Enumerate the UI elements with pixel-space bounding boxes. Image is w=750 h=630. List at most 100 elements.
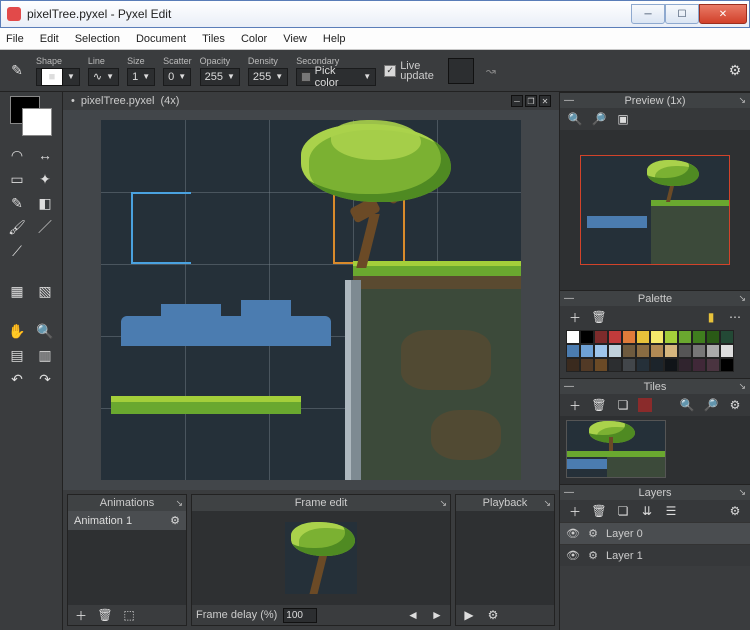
palette-swatch[interactable] — [664, 344, 678, 358]
palette-swatch[interactable] — [720, 358, 734, 372]
palette-swatch[interactable] — [622, 344, 636, 358]
palette-swatch[interactable] — [692, 358, 706, 372]
menu-file[interactable]: File — [6, 33, 24, 45]
palette-swatch[interactable] — [594, 358, 608, 372]
playback-settings-icon[interactable]: ⚙ — [484, 606, 502, 624]
play-icon[interactable]: ▶ — [460, 606, 478, 624]
zoom-out-icon[interactable]: 🔎 — [590, 110, 608, 128]
menu-tiles[interactable]: Tiles — [202, 33, 225, 45]
merge-down-icon[interactable]: ⇊ — [638, 502, 656, 520]
layer-row[interactable]: 👁 ⚙ Layer 1 — [560, 544, 750, 566]
wand-tool-icon[interactable]: ✦ — [34, 168, 56, 190]
palette-swatch[interactable] — [580, 344, 594, 358]
palette-swatch[interactable] — [622, 330, 636, 344]
palette-swatch[interactable] — [580, 330, 594, 344]
brush-icon[interactable]: 🖌 — [6, 216, 28, 238]
zoom-tool-icon[interactable]: 🔍 — [34, 320, 56, 342]
palette-swatch[interactable] — [608, 358, 622, 372]
frame-delay-input[interactable] — [283, 608, 317, 623]
palette-swatch[interactable] — [664, 358, 678, 372]
layers-settings-icon[interactable]: ⚙ — [726, 502, 744, 520]
doc-close-icon[interactable]: ✕ — [539, 95, 551, 107]
layer-row[interactable]: 👁 ⚙ Layer 0 — [560, 522, 750, 544]
palette-swatch[interactable] — [608, 330, 622, 344]
collapse-icon[interactable]: — — [564, 95, 574, 106]
palette-swatch[interactable] — [622, 358, 636, 372]
palette-swatch[interactable] — [650, 358, 664, 372]
move-tool-icon[interactable]: ↔ — [34, 144, 56, 166]
eyedropper-icon[interactable]: ⟋ — [6, 240, 28, 262]
preview-viewport[interactable] — [580, 155, 730, 265]
prev-frame-icon[interactable]: ◄ — [404, 606, 422, 624]
fit-icon[interactable]: ▣ — [614, 110, 632, 128]
palette-swatch[interactable] — [650, 330, 664, 344]
scatter-dropdown[interactable]: 0▼ — [163, 68, 191, 86]
palette-menu-icon[interactable]: ⋯ — [726, 308, 744, 326]
pin-icon[interactable]: ↘ — [543, 498, 551, 509]
palette-swatch[interactable] — [594, 344, 608, 358]
menu-help[interactable]: Help — [323, 33, 346, 45]
delete-color-icon[interactable]: 🗑 — [590, 308, 608, 326]
background-color[interactable] — [22, 108, 52, 136]
palette-swatch[interactable] — [678, 344, 692, 358]
palette-grid[interactable] — [560, 328, 750, 378]
tiles-settings-icon[interactable]: ⚙ — [726, 396, 744, 414]
doc-restore-icon[interactable]: ❐ — [525, 95, 537, 107]
add-layer-icon[interactable]: ＋ — [566, 502, 584, 520]
hand-tool-icon[interactable]: ✋ — [6, 320, 28, 342]
toolbar-settings-icon[interactable]: ⚙ — [726, 62, 744, 80]
curve-icon[interactable]: ↝ — [482, 62, 500, 80]
palette-swatch[interactable] — [706, 344, 720, 358]
pin-icon[interactable]: ↘ — [738, 487, 746, 498]
doc-minimize-icon[interactable]: ─ — [511, 95, 523, 107]
tiles-zoom-out-icon[interactable]: 🔎 — [702, 396, 720, 414]
collapse-icon[interactable]: — — [564, 293, 574, 304]
add-tile-icon[interactable]: ＋ — [566, 396, 584, 414]
palette-swatch[interactable] — [692, 330, 706, 344]
tile-select-icon[interactable]: ▧ — [34, 280, 56, 302]
collapse-icon[interactable]: — — [564, 381, 574, 392]
next-frame-icon[interactable]: ► — [428, 606, 446, 624]
cursor-icon[interactable]: ⬚ — [120, 606, 138, 624]
marquee-tool-icon[interactable]: ▭ — [6, 168, 28, 190]
duplicate-tile-icon[interactable]: ❏ — [614, 396, 632, 414]
document-tab[interactable]: • pixelTree.pyxel (4x) ─ ❐ ✕ — [63, 92, 559, 110]
palette-swatch[interactable] — [566, 330, 580, 344]
fill-icon[interactable]: ▤ — [6, 344, 28, 366]
menu-edit[interactable]: Edit — [40, 33, 59, 45]
add-animation-icon[interactable]: ＋ — [72, 606, 90, 624]
close-button[interactable]: ✕ — [699, 4, 747, 24]
gradient-icon[interactable]: ▥ — [34, 344, 56, 366]
layer-settings-icon[interactable]: ⚙ — [586, 527, 600, 540]
menu-selection[interactable]: Selection — [75, 33, 120, 45]
canvas-viewport[interactable] — [63, 110, 559, 490]
swatch-button[interactable] — [448, 58, 474, 84]
palette-swatch[interactable] — [692, 344, 706, 358]
maximize-button[interactable]: ☐ — [665, 4, 699, 24]
canvas[interactable] — [101, 120, 521, 480]
minimize-button[interactable]: ─ — [631, 4, 665, 24]
size-dropdown[interactable]: 1▼ — [127, 68, 155, 86]
pencil-tool-icon[interactable]: ✎ — [6, 60, 28, 82]
frame-thumbnail[interactable] — [285, 522, 357, 594]
palette-swatch[interactable] — [636, 344, 650, 358]
zoom-in-icon[interactable]: 🔍 — [566, 110, 584, 128]
palette-swatch[interactable] — [580, 358, 594, 372]
palette-swatch[interactable] — [720, 344, 734, 358]
palette-options-icon[interactable]: ▮ — [702, 308, 720, 326]
palette-swatch[interactable] — [650, 344, 664, 358]
palette-swatch[interactable] — [608, 344, 622, 358]
delete-layer-icon[interactable]: 🗑 — [590, 502, 608, 520]
pencil-icon[interactable]: ✎ — [6, 192, 28, 214]
palette-swatch[interactable] — [678, 330, 692, 344]
flatten-icon[interactable]: ☰ — [662, 502, 680, 520]
palette-swatch[interactable] — [594, 330, 608, 344]
density-dropdown[interactable]: 255▼ — [248, 68, 288, 86]
palette-swatch[interactable] — [706, 330, 720, 344]
menu-view[interactable]: View — [283, 33, 307, 45]
line-dropdown[interactable]: ∿▼ — [88, 68, 119, 86]
visibility-icon[interactable]: 👁 — [566, 549, 580, 562]
layer-settings-icon[interactable]: ⚙ — [586, 549, 600, 562]
pin-icon[interactable]: ↘ — [175, 498, 183, 509]
palette-swatch[interactable] — [636, 358, 650, 372]
